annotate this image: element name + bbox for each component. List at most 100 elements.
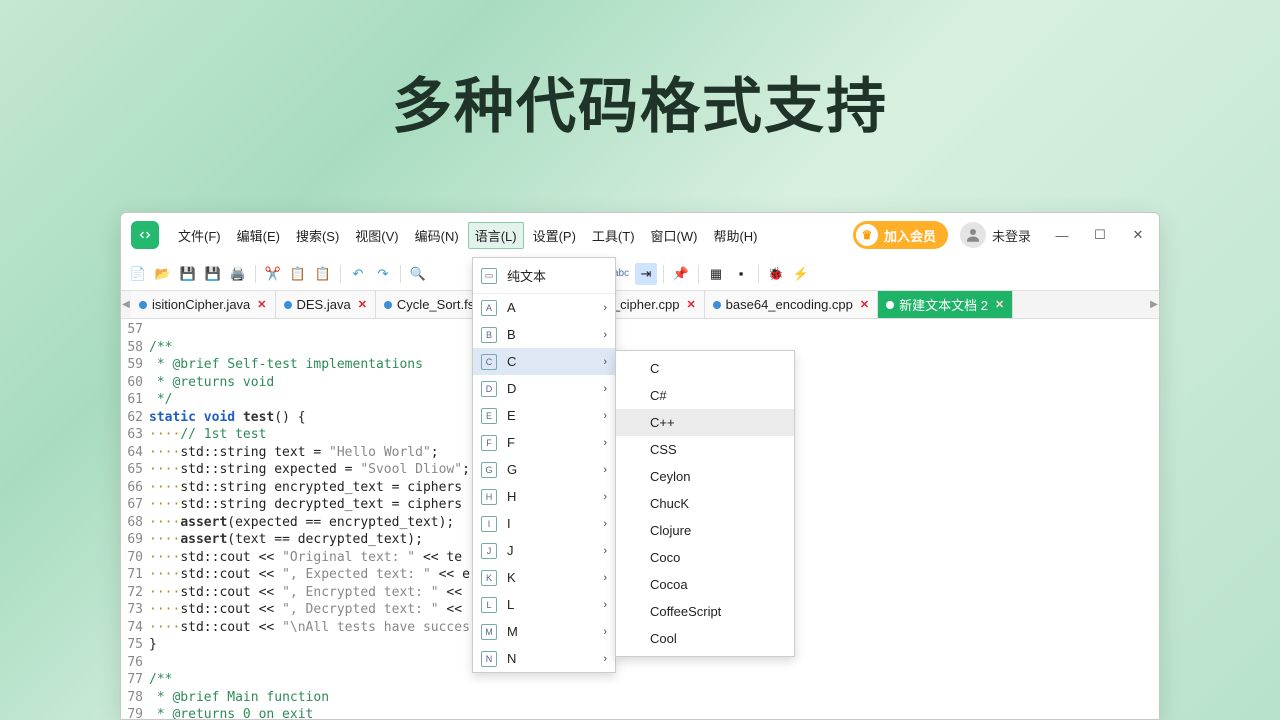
tab-dot-icon	[284, 301, 292, 309]
lang-letter-icon: H	[481, 489, 497, 505]
file-tab[interactable]: DES.java ✕	[276, 291, 376, 318]
language-option[interactable]: C	[616, 355, 794, 382]
lang-letter-icon: E	[481, 408, 497, 424]
pin-icon[interactable]: 📌	[670, 263, 692, 285]
menu-语言[interactable]: 语言(L)	[468, 222, 524, 249]
chevron-right-icon: ›	[603, 653, 607, 665]
chevron-right-icon: ›	[603, 329, 607, 341]
lang-letter-icon: B	[481, 327, 497, 343]
language-group-K[interactable]: KK›	[473, 564, 615, 591]
menu-工具[interactable]: 工具(T)	[585, 222, 642, 249]
menu-编码[interactable]: 编码(N)	[408, 222, 466, 249]
new-file-icon[interactable]: 📄	[127, 263, 149, 285]
language-group-A[interactable]: AA›	[473, 294, 615, 321]
language-option[interactable]: Ceylon	[616, 463, 794, 490]
tab-close-icon[interactable]: ✕	[257, 298, 266, 311]
lang-letter-icon: K	[481, 570, 497, 586]
tab-close-icon[interactable]: ✕	[860, 298, 869, 311]
tab-label: base64_encoding.cpp	[726, 297, 853, 312]
file-tab[interactable]: base64_encoding.cpp ✕	[705, 291, 878, 318]
lang-letter-icon: N	[481, 651, 497, 667]
language-group-M[interactable]: MM›	[473, 618, 615, 645]
language-option[interactable]: CoffeeScript	[616, 598, 794, 625]
language-option[interactable]: Clojure	[616, 517, 794, 544]
chevron-right-icon: ›	[603, 572, 607, 584]
tab-close-icon[interactable]: ✕	[686, 298, 695, 311]
language-plain-text[interactable]: ▭ 纯文本	[473, 258, 615, 294]
undo-icon[interactable]: ↶	[347, 263, 369, 285]
tab-label: DES.java	[297, 297, 351, 312]
crown-icon: ♛	[856, 224, 878, 246]
language-group-N[interactable]: NN›	[473, 645, 615, 672]
minimize-button[interactable]: —	[1045, 221, 1079, 249]
titlebar: 文件(F)编辑(E)搜索(S)视图(V)编码(N)语言(L)设置(P)工具(T)…	[121, 213, 1159, 257]
file-tab[interactable]: isitionCipher.java ✕	[131, 291, 276, 318]
terminal-icon[interactable]: ▪	[730, 263, 752, 285]
cut-icon[interactable]: ✂️	[262, 263, 284, 285]
language-group-G[interactable]: GG›	[473, 456, 615, 483]
line-gutter: 57 58 59 60 61 62 63 64 65 66 67 68 69 7…	[121, 319, 145, 719]
tab-close-icon[interactable]: ✕	[995, 298, 1004, 311]
lang-letter-icon: J	[481, 543, 497, 559]
tab-scroll-right[interactable]: ▶	[1149, 291, 1159, 318]
close-button[interactable]: ✕	[1121, 221, 1155, 249]
language-group-C[interactable]: CC›	[473, 348, 615, 375]
menu-编辑[interactable]: 编辑(E)	[230, 222, 287, 249]
avatar[interactable]	[960, 222, 986, 248]
language-group-I[interactable]: II›	[473, 510, 615, 537]
file-tab[interactable]: 新建文本文档 2✕	[878, 291, 1013, 318]
lang-letter-icon: C	[481, 354, 497, 370]
lang-letter-icon: M	[481, 624, 497, 640]
language-group-E[interactable]: EE›	[473, 402, 615, 429]
language-option[interactable]: Coco	[616, 544, 794, 571]
save-icon[interactable]: 💾	[177, 263, 199, 285]
language-group-H[interactable]: HH›	[473, 483, 615, 510]
language-group-F[interactable]: FF›	[473, 429, 615, 456]
menu-搜索[interactable]: 搜索(S)	[289, 222, 346, 249]
chevron-right-icon: ›	[603, 302, 607, 314]
chevron-right-icon: ›	[603, 410, 607, 422]
chevron-right-icon: ›	[603, 599, 607, 611]
grid-icon[interactable]: ▦	[705, 263, 727, 285]
tab-label: isitionCipher.java	[152, 297, 250, 312]
language-option[interactable]: Cocoa	[616, 571, 794, 598]
print-icon[interactable]: 🖨️	[227, 263, 249, 285]
open-file-icon[interactable]: 📂	[152, 263, 174, 285]
chevron-right-icon: ›	[603, 518, 607, 530]
copy-icon[interactable]: 📋	[287, 263, 309, 285]
language-option[interactable]: C++	[616, 409, 794, 436]
vip-badge[interactable]: ♛ 加入会员	[853, 221, 948, 249]
zoom-in-icon[interactable]: 🔍	[407, 263, 429, 285]
menu-bar: 文件(F)编辑(E)搜索(S)视图(V)编码(N)语言(L)设置(P)工具(T)…	[171, 222, 765, 249]
indent-icon[interactable]: ⇥	[635, 263, 657, 285]
tab-label: Cycle_Sort.fs	[397, 297, 474, 312]
language-option[interactable]: ChucK	[616, 490, 794, 517]
menu-窗口[interactable]: 窗口(W)	[644, 222, 705, 249]
maximize-button[interactable]: ☐	[1083, 221, 1117, 249]
language-group-L[interactable]: LL›	[473, 591, 615, 618]
language-option[interactable]: CSS	[616, 436, 794, 463]
lang-letter-icon: D	[481, 381, 497, 397]
tab-close-icon[interactable]: ✕	[358, 298, 367, 311]
tab-bar: ◀ isitionCipher.java ✕ DES.java ✕ Cycle_Sort…	[121, 291, 1159, 319]
menu-文件[interactable]: 文件(F)	[171, 222, 228, 249]
language-option[interactable]: Cool	[616, 625, 794, 652]
lightning-icon[interactable]: ⚡	[790, 263, 812, 285]
redo-icon[interactable]: ↷	[372, 263, 394, 285]
menu-视图[interactable]: 视图(V)	[348, 222, 405, 249]
login-status[interactable]: 未登录	[992, 226, 1031, 245]
language-group-B[interactable]: BB›	[473, 321, 615, 348]
tab-dot-icon	[384, 301, 392, 309]
menu-帮助[interactable]: 帮助(H)	[706, 222, 764, 249]
language-group-J[interactable]: JJ›	[473, 537, 615, 564]
language-option[interactable]: C#	[616, 382, 794, 409]
lang-letter-icon: G	[481, 462, 497, 478]
menu-设置[interactable]: 设置(P)	[526, 222, 583, 249]
paste-icon[interactable]: 📋	[312, 263, 334, 285]
save-all-icon[interactable]: 💾	[202, 263, 224, 285]
tab-dot-icon	[713, 301, 721, 309]
tab-scroll-left[interactable]: ◀	[121, 291, 131, 318]
language-menu: ▭ 纯文本 AA›BB›CC›DD›EE›FF›GG›HH›II›JJ›KK›L…	[472, 257, 616, 673]
bug-icon[interactable]: 🐞	[765, 263, 787, 285]
language-group-D[interactable]: DD›	[473, 375, 615, 402]
